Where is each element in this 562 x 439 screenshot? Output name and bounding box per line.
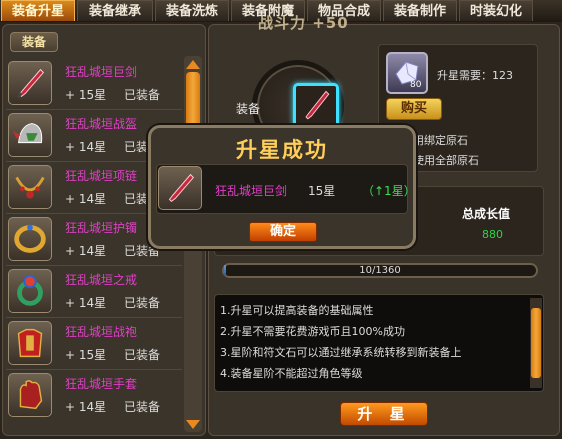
item-level: + 14星: [65, 296, 107, 310]
selected-equipment-slot[interactable]: [293, 83, 339, 129]
growth-value: 880: [482, 228, 503, 241]
sword-icon: [8, 61, 52, 105]
combat-power-label: 战斗力 +50: [258, 14, 349, 32]
item-name: 狂乱城垣项链: [65, 169, 138, 183]
ring-icon: [8, 269, 52, 313]
progress-text: 10/1360: [359, 265, 401, 276]
tip-line: 3.星阶和符文石可以通过继承系统转移到新装备上: [220, 346, 462, 359]
item-level: + 14星: [65, 192, 107, 206]
tip-line: 1.升星可以提高装备的基础属性: [220, 304, 374, 317]
tab-refine[interactable]: 装备洗炼: [155, 0, 229, 21]
sword-icon: [158, 166, 202, 210]
confirm-button[interactable]: 确定: [249, 222, 317, 242]
scroll-down-icon[interactable]: [186, 420, 200, 429]
equipment-item-glove[interactable]: 狂乱城垣手套 + 14星 已装备: [6, 370, 182, 420]
item-name: 狂乱城垣战盔: [65, 117, 138, 131]
bracelet-icon: [8, 217, 52, 261]
item-level: + 14星: [65, 400, 107, 414]
item-status: 已装备: [124, 88, 161, 102]
buy-button[interactable]: 购买: [386, 98, 442, 120]
stone-count: 80: [410, 80, 422, 90]
tab-star-upgrade[interactable]: 装备升星: [1, 0, 75, 21]
item-status: 已装备: [124, 400, 161, 414]
item-level: + 14星: [65, 140, 107, 154]
helmet-icon: [8, 113, 52, 157]
tips-scrollbar-thumb[interactable]: [531, 308, 541, 378]
dialog-level-gain: （↑1星）: [362, 184, 416, 198]
item-level: + 15星: [65, 88, 107, 102]
equipment-item-ring[interactable]: 狂乱城垣之戒 + 14星 已装备: [6, 266, 182, 318]
item-name: 狂乱城垣之戒: [65, 273, 138, 287]
equip-slot-label: 装备: [236, 102, 261, 116]
tab-inherit[interactable]: 装备继承: [77, 0, 153, 21]
tip-line: 2.升星不需要花费游戏币且100%成功: [220, 325, 405, 338]
glove-icon: [8, 373, 52, 417]
tip-line: 4.装备星阶不能超过角色等级: [220, 367, 363, 380]
star-upgrade-button[interactable]: 升 星: [340, 402, 428, 426]
tab-fashion[interactable]: 时装幻化: [459, 0, 533, 21]
dialog-item-level: 15星: [308, 184, 336, 198]
necklace-icon: [8, 165, 52, 209]
item-level: + 15星: [65, 348, 107, 362]
equipment-item-sword[interactable]: 狂乱城垣巨剑 + 15星 已装备: [6, 58, 182, 110]
armor-icon: [8, 321, 52, 365]
dialog-item-name: 狂乱城垣巨剑: [215, 184, 288, 198]
equipment-list-header[interactable]: 装备: [10, 32, 58, 52]
sword-icon: [305, 90, 330, 120]
item-level: + 14星: [65, 244, 107, 258]
item-name: 狂乱城垣手套: [65, 377, 138, 391]
item-status: 已装备: [124, 296, 161, 310]
equipment-item-armor[interactable]: 狂乱城垣战袍 + 15星 已装备: [6, 318, 182, 370]
requirement-text: 升星需要：123: [437, 69, 513, 82]
item-name: 狂乱城垣巨剑: [65, 65, 138, 79]
star-stone-slot[interactable]: [386, 52, 428, 94]
item-name: 狂乱城垣战袍: [65, 325, 138, 339]
growth-label: 总成长值: [462, 207, 511, 221]
tab-crafting[interactable]: 装备制作: [383, 0, 457, 21]
item-status: 已装备: [124, 348, 161, 362]
dialog-title: 升星成功: [236, 138, 328, 162]
item-name: 狂乱城垣护镯: [65, 221, 138, 235]
scroll-up-icon[interactable]: [186, 60, 200, 69]
